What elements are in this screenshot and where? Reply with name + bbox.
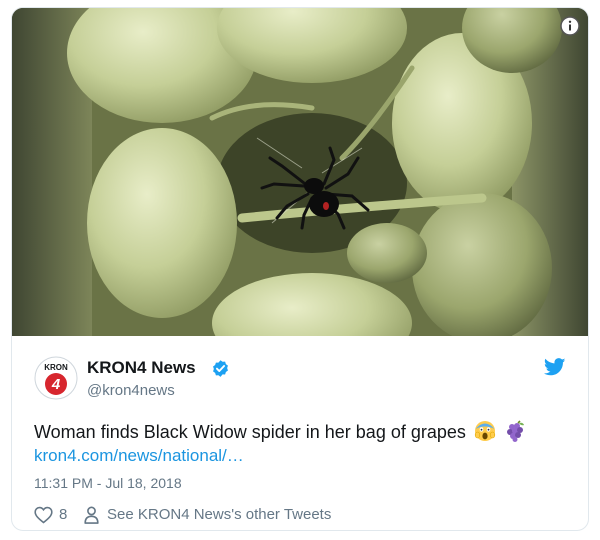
tweet-timestamp[interactable]: 11:31 PM - Jul 18, 2018 xyxy=(34,475,182,491)
grapes-spider-photo xyxy=(12,8,588,336)
see-other-tweets-link[interactable]: See KRON4 News's other Tweets xyxy=(107,506,331,523)
tweet-text-content: Woman finds Black Widow spider in her ba… xyxy=(34,422,466,442)
face-screaming-in-fear-emoji xyxy=(474,421,496,441)
avatar[interactable]: KRON 4 xyxy=(34,356,78,400)
twitter-bird-icon[interactable] xyxy=(544,358,566,376)
avatar-number: 4 xyxy=(51,376,61,393)
tweet-photo[interactable] xyxy=(12,8,588,336)
tweet-text: Woman finds Black Widow spider in her ba… xyxy=(34,420,526,443)
display-name[interactable]: KRON4 News xyxy=(87,358,196,378)
embedded-tweet-card[interactable]: KRON 4 KRON4 News @kron4news Woman finds… xyxy=(11,7,589,531)
grapes-emoji xyxy=(506,420,524,442)
like-count[interactable]: 8 xyxy=(59,506,67,523)
info-icon[interactable] xyxy=(560,16,580,36)
article-link[interactable]: kron4.com/news/national/… xyxy=(34,446,244,466)
heart-icon[interactable] xyxy=(34,506,53,524)
avatar-text: KRON xyxy=(44,363,68,372)
user-handle[interactable]: @kron4news xyxy=(87,382,175,399)
verified-badge-icon xyxy=(213,360,228,377)
tweet-body: KRON 4 KRON4 News @kron4news Woman finds… xyxy=(12,336,588,530)
person-icon xyxy=(84,506,99,524)
